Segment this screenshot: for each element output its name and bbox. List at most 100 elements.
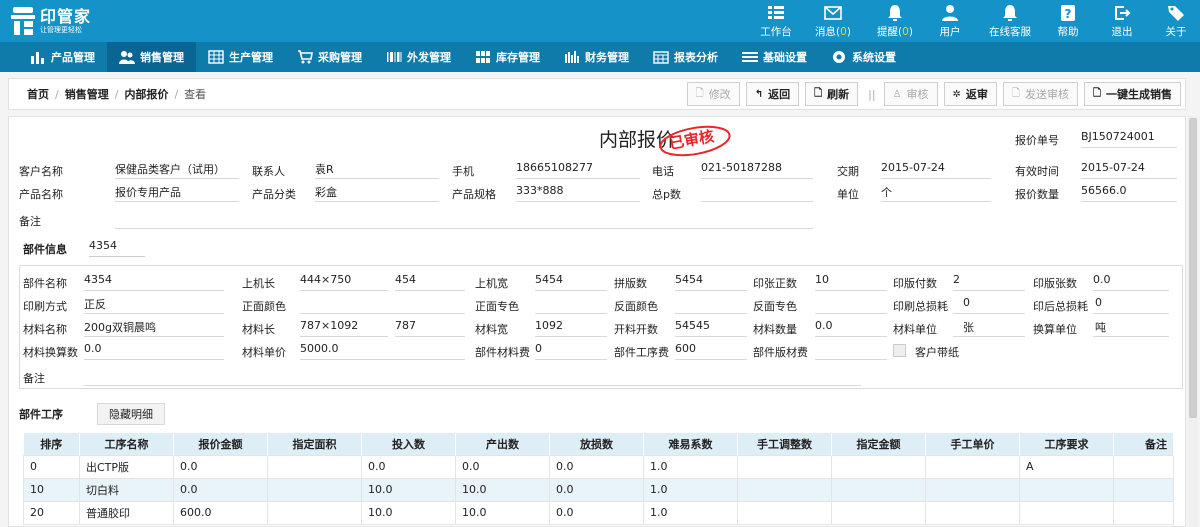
nav-basic-settings-label: 基础设置 — [763, 51, 807, 64]
table-cell — [737, 454, 832, 479]
table-cell: 0.0 — [549, 477, 644, 502]
app-logo[interactable]: 印管家 让管理更轻松 — [10, 5, 91, 37]
topbar-help-label: 帮助 — [1057, 25, 1079, 38]
column-header[interactable]: 指定面积 — [267, 433, 362, 455]
edit-button[interactable]: 🗋 修改 — [686, 82, 740, 106]
material-fee-value: 0 — [535, 342, 607, 360]
table-row[interactable]: 20 普通胶印 600.0 10.0 10.0 0.0 1.0 — [23, 500, 1174, 525]
cut-count-label: 开料开数 — [614, 323, 658, 336]
nav-production[interactable]: 生产管理 — [196, 42, 285, 72]
top-bar: 印管家 让管理更轻松 工作台 消息(0) 提醒(0) 用户 在线客服 ? 帮助 — [0, 0, 1200, 42]
part-name-label: 部件名称 — [23, 277, 67, 290]
column-header[interactable]: 难易系数 — [643, 433, 738, 455]
column-header[interactable]: 排序 — [23, 433, 80, 455]
people-icon — [119, 51, 135, 64]
front-spot-value — [535, 296, 607, 314]
back-button[interactable]: ↰ 返回 — [745, 82, 800, 106]
column-header[interactable]: 报价金额 — [173, 433, 268, 455]
send-audit-button[interactable]: 🗋 发送审核 — [1002, 82, 1078, 106]
customer-label: 客户名称 — [19, 165, 63, 178]
messages-badge: 0 — [840, 25, 847, 38]
nav-sales[interactable]: 销售管理 — [107, 42, 196, 72]
nav-purchase[interactable]: 采购管理 — [285, 42, 374, 72]
material-name-value: 200g双铜晨鸣 — [84, 319, 224, 337]
spec-label: 产品规格 — [452, 188, 496, 201]
nav-sales-label: 销售管理 — [140, 51, 184, 64]
topbar-about[interactable]: 关于 — [1156, 0, 1196, 42]
material-price-value: 5000.0 — [300, 342, 465, 360]
plate-set-label: 印版付数 — [893, 277, 937, 290]
column-header[interactable]: 工序名称 — [79, 433, 174, 455]
refresh-button[interactable]: 🗋 刷新 — [805, 82, 859, 106]
unaudit-button[interactable]: ✲ 返审 — [943, 82, 997, 106]
nav-basic-settings[interactable]: 基础设置 — [730, 42, 819, 72]
scrollbar-thumb[interactable] — [1189, 118, 1197, 418]
topbar-help[interactable]: ? 帮助 — [1048, 0, 1088, 42]
part-info-value[interactable]: 4354 — [89, 239, 145, 257]
nav-product-label: 产品管理 — [51, 51, 95, 64]
part-details-box: 部件名称 4354 上机长 444×750 454 上机宽 5454 拼版数 5… — [19, 265, 1183, 389]
back-arrow-icon: ↰ — [754, 88, 764, 100]
column-header[interactable]: 工序要求 — [1019, 433, 1114, 455]
table-cell: 切白料 — [79, 477, 174, 502]
breadcrumb-home[interactable]: 首页 — [27, 86, 49, 102]
topbar-about-label: 关于 — [1165, 25, 1187, 38]
nav-inventory[interactable]: 库存管理 — [463, 42, 552, 72]
document-icon: 🗋 — [695, 87, 704, 99]
table-cell: 0.0 — [173, 454, 268, 479]
table-row[interactable]: 10 切白料 0.0 10.0 10.0 0.0 1.0 — [23, 477, 1174, 502]
table-cell: 10.0 — [361, 477, 456, 502]
material-length-value: 787×1092 — [300, 319, 388, 337]
bars-icon — [565, 51, 579, 63]
generate-sales-button[interactable]: 🗋 一键生成销售 — [1083, 82, 1181, 106]
unaudit-button-label: 返审 — [965, 88, 988, 101]
breadcrumb-separator: / — [55, 87, 59, 101]
plate-count-value: 0.0 — [1093, 273, 1169, 291]
toolbar: 🗋 修改 ↰ 返回 🗋 刷新 || ♙ 审核 ✲ 返审 🗋 发送审核 🗋 一键生成销售 — [681, 82, 1181, 106]
column-header[interactable]: 产出数 — [455, 433, 550, 455]
table-row[interactable]: 0 出CTP版 0.0 0.0 0.0 0.0 1.0 A — [23, 454, 1174, 479]
topbar-reminders[interactable]: 提醒(0) — [870, 0, 920, 42]
nav-system-settings[interactable]: 系统设置 — [819, 42, 908, 72]
table-cell — [737, 500, 832, 525]
breadcrumb-page[interactable]: 内部报价 — [124, 86, 168, 102]
hide-details-button[interactable]: 隐藏明细 — [97, 403, 165, 425]
logo-icon — [11, 7, 35, 35]
column-header[interactable]: 手工单价 — [925, 433, 1020, 455]
table-cell — [1113, 477, 1174, 502]
table-cell: 0.0 — [361, 454, 456, 479]
topbar-workbench[interactable]: 工作台 — [752, 0, 800, 42]
machine-length-label: 上机长 — [242, 277, 275, 290]
refresh-button-label: 刷新 — [827, 88, 850, 101]
column-header[interactable]: 投入数 — [361, 433, 456, 455]
part-name-value: 4354 — [84, 273, 224, 291]
nav-inventory-label: 库存管理 — [496, 51, 540, 64]
nav-product[interactable]: 产品管理 — [18, 42, 107, 72]
list-icon — [742, 52, 758, 62]
vertical-scrollbar[interactable] — [1188, 116, 1198, 527]
print-method-value: 正反 — [84, 296, 224, 314]
nav-finance[interactable]: 财务管理 — [552, 42, 641, 72]
topbar-user[interactable]: 用户 — [928, 0, 972, 42]
topbar-logout[interactable]: 退出 — [1102, 0, 1142, 42]
topbar-messages[interactable]: 消息(0) — [808, 0, 858, 42]
topbar-online-service[interactable]: 在线客服 — [982, 0, 1038, 42]
nav-reports[interactable]: 报表分析 — [641, 42, 730, 72]
reminders-badge: 0 — [902, 25, 909, 38]
machine-width-value: 5454 — [535, 273, 607, 291]
customer-paper-checkbox[interactable] — [893, 344, 906, 357]
nav-outsource[interactable]: 外发管理 — [374, 42, 463, 72]
pages-label: 总p数 — [652, 188, 681, 201]
column-header[interactable]: 备注 — [1113, 433, 1174, 455]
breadcrumb-section[interactable]: 销售管理 — [65, 86, 109, 102]
column-header[interactable]: 手工调整数 — [737, 433, 832, 455]
process-table-header: 排序 工序名称 报价金额 指定面积 投入数 产出数 放损数 难易系数 手工调整数… — [23, 433, 1174, 455]
audit-button[interactable]: ♙ 审核 — [883, 82, 938, 106]
topbar-workbench-label: 工作台 — [760, 25, 792, 38]
calendar-icon — [653, 51, 669, 64]
quote-panel: 内部报价 已审核 报价单号 BJ150724001 客户名称 保健品类客户（试用… — [8, 116, 1186, 527]
cut-count-value: 54545 — [675, 319, 747, 337]
column-header[interactable]: 指定金额 — [831, 433, 926, 455]
column-header[interactable]: 放损数 — [549, 433, 644, 455]
table-cell — [1113, 500, 1174, 525]
